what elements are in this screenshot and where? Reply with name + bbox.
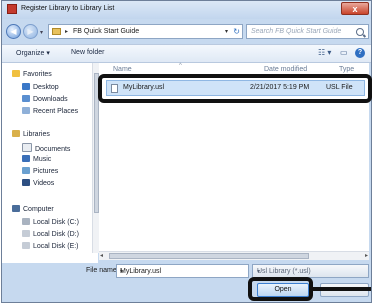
chevron-down-icon[interactable]: ▾ [257, 268, 365, 275]
scroll-right-icon[interactable]: ▸ [365, 252, 368, 259]
file-name-label: File name: [86, 267, 119, 274]
column-header-date[interactable]: Date modified [264, 66, 307, 73]
navigation-pane: Favorites Desktop Downloads Recent Place… [2, 63, 98, 263]
back-arrow-icon: ◀ [10, 27, 17, 36]
drive-icon [22, 218, 30, 225]
pictures-icon [22, 167, 30, 174]
nav-documents[interactable]: Documents [22, 143, 70, 153]
view-options-icon[interactable]: ☷ ▾ [318, 48, 331, 57]
recent-places-icon [22, 107, 30, 114]
nav-recent-places[interactable]: Recent Places [22, 107, 78, 115]
desktop-icon [22, 83, 30, 90]
documents-icon [22, 143, 32, 152]
nav-libraries[interactable]: Libraries [12, 130, 50, 138]
back-button[interactable]: ◀ [6, 24, 21, 39]
scroll-left-icon[interactable]: ◂ [100, 252, 103, 259]
address-bar: ◀ ▶ ▾ ▸ FB Quick Start Guide ▾ ↻ Search … [2, 21, 371, 41]
horizontal-scrollbar[interactable]: ◂ ▸ [99, 251, 369, 260]
drive-icon [22, 230, 30, 237]
window-title: Register Library to Library List [21, 5, 115, 12]
app-icon [7, 4, 17, 14]
organize-menu[interactable]: Organize ▾ [16, 49, 50, 57]
path-dropdown-icon[interactable]: ▾ [225, 28, 228, 35]
new-folder-button[interactable]: New folder [71, 49, 104, 56]
videos-icon [22, 179, 30, 186]
nav-computer[interactable]: Computer [12, 205, 54, 213]
close-button[interactable]: x [341, 2, 369, 15]
nav-downloads[interactable]: Downloads [22, 95, 68, 103]
downloads-icon [22, 95, 30, 102]
path-box[interactable]: ▸ FB Quick Start Guide ▾ ↻ [48, 24, 243, 39]
command-toolbar: Organize ▾ New folder ☷ ▾ ▭ ? [2, 44, 371, 63]
highlight-pointer-line [313, 287, 371, 291]
column-header-type[interactable]: Type [339, 66, 354, 73]
folder-icon [52, 28, 61, 35]
chevron-down-icon[interactable]: ▾ [120, 268, 246, 275]
file-type-filter[interactable]: Usl Library (*.usl) ▾ [252, 264, 369, 278]
drive-icon [22, 242, 30, 249]
file-name-input[interactable]: MyLibrary.usl ▾ [116, 264, 249, 278]
star-icon [12, 70, 20, 77]
help-icon[interactable]: ? [355, 48, 365, 58]
title-bar: Register Library to Library List x [2, 1, 371, 19]
nav-local-disk-e[interactable]: Local Disk (E:) [22, 242, 79, 250]
libraries-icon [12, 130, 20, 137]
nav-favorites[interactable]: Favorites [12, 70, 52, 78]
forward-button[interactable]: ▶ [23, 24, 38, 39]
nav-videos[interactable]: Videos [22, 179, 54, 187]
music-icon [22, 155, 30, 162]
open-button-highlight-frame [248, 277, 313, 301]
column-header-name[interactable]: Name [113, 66, 132, 73]
nav-pictures[interactable]: Pictures [22, 167, 58, 175]
nav-local-disk-c[interactable]: Local Disk (C:) [22, 218, 79, 226]
open-file-dialog: Register Library to Library List x ◀ ▶ ▾… [1, 0, 372, 303]
preview-pane-icon[interactable]: ▭ [340, 48, 348, 57]
forward-arrow-icon: ▶ [27, 27, 34, 36]
history-dropdown-icon[interactable]: ▾ [40, 29, 43, 36]
nav-music[interactable]: Music [22, 155, 51, 163]
scrollbar-thumb[interactable] [109, 253, 309, 259]
nav-local-disk-d[interactable]: Local Disk (D:) [22, 230, 79, 238]
nav-desktop[interactable]: Desktop [22, 83, 59, 91]
refresh-icon[interactable]: ↻ [233, 27, 240, 36]
search-icon[interactable] [356, 28, 364, 36]
search-placeholder: Search FB Quick Start Guide [251, 28, 342, 35]
sort-arrow-icon: ^ [179, 63, 182, 69]
breadcrumb-folder[interactable]: FB Quick Start Guide [73, 28, 139, 35]
search-box[interactable]: Search FB Quick Start Guide [246, 24, 369, 39]
computer-icon [12, 205, 20, 212]
breadcrumb-arrow: ▸ [65, 29, 69, 35]
file-row-highlight-frame [98, 74, 372, 103]
